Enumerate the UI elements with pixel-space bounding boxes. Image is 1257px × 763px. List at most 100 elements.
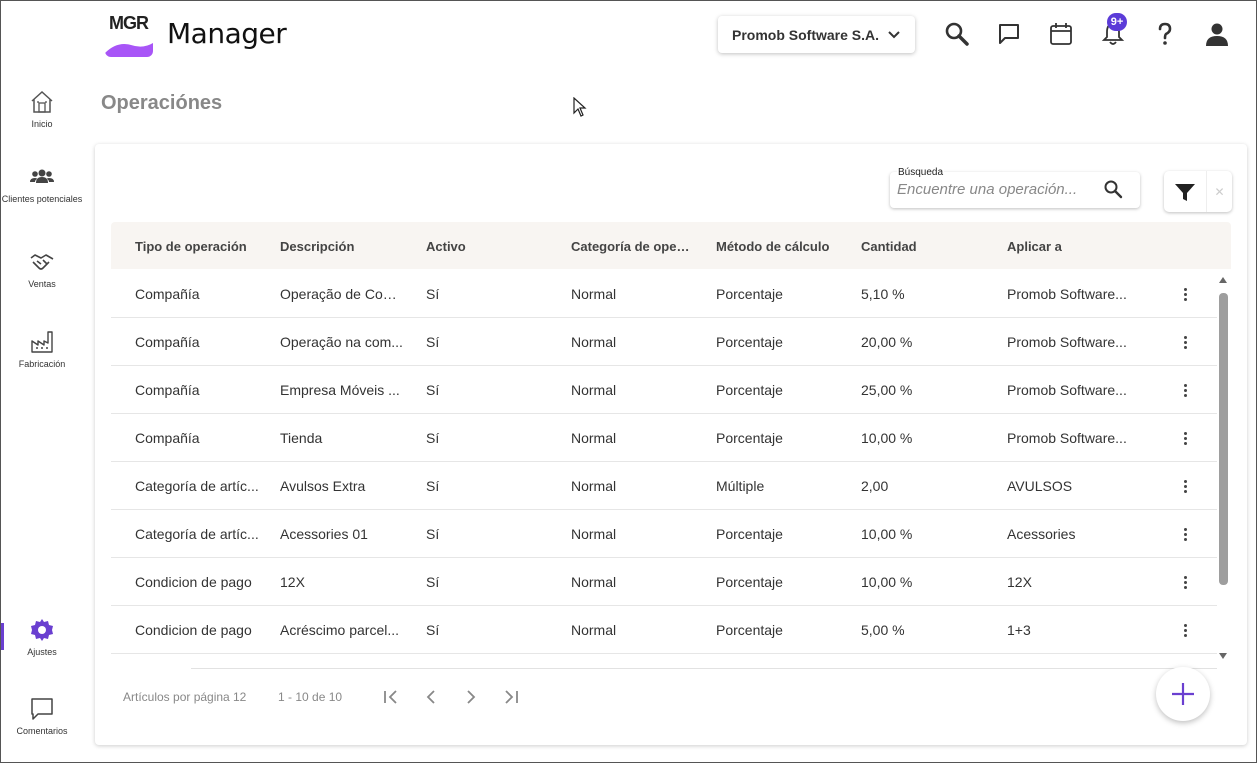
table-cell: Sí [426, 478, 440, 494]
pagination-range: 1 - 10 de 10 [278, 690, 343, 704]
search-header-button[interactable] [942, 19, 972, 49]
table-cell: Sí [426, 430, 440, 446]
row-menu-icon[interactable] [1179, 332, 1191, 352]
close-icon: ✕ [1214, 184, 1225, 199]
sidebar-item-ajustes[interactable]: Ajustes [1, 617, 83, 658]
calendar-button[interactable] [1046, 19, 1076, 49]
chevron-right-icon [467, 690, 476, 704]
table-row[interactable]: Compañía Operação de Com... Sí Normal Porcen… [111, 270, 1217, 318]
table-row[interactable]: Compañía Empresa Móveis ... Sí Normal Porcen… [111, 366, 1217, 414]
chat-icon [999, 24, 1019, 44]
prev-page-button[interactable] [421, 687, 441, 707]
add-operation-button[interactable] [1156, 667, 1210, 721]
chevron-left-icon [426, 690, 435, 704]
table-cell: Porcentaje [716, 574, 783, 590]
row-menu-icon[interactable] [1179, 476, 1191, 496]
gear-icon [31, 619, 53, 641]
table-cell: Compañía [135, 382, 200, 398]
help-button[interactable] [1150, 19, 1180, 49]
sidebar-item-ventas[interactable]: Ventas [1, 249, 83, 290]
app-title: Manager [167, 17, 287, 50]
column-header[interactable]: Activo [426, 239, 556, 254]
home-icon [31, 90, 53, 113]
handshake-icon [30, 254, 54, 270]
sidebar-item-clientes[interactable]: Clientes potenciales [1, 164, 83, 205]
factory-icon [31, 331, 53, 353]
table-cell: 12X [280, 574, 305, 590]
table-cell: 12X [1007, 574, 1032, 590]
table-row[interactable]: Categoría de artíc... Avulsos Extra Sí Norm… [111, 462, 1217, 510]
user-icon [1206, 23, 1228, 46]
table-cell: AVULSOS [1007, 478, 1073, 494]
table-row[interactable]: Condicion de pago 12X Sí Normal Porcentaje 10… [111, 558, 1217, 606]
mouse-cursor-icon [573, 97, 587, 117]
table-cell: Empresa Móveis ... [280, 382, 400, 398]
table-cell: Normal [571, 334, 617, 350]
clear-filter-button[interactable]: ✕ [1206, 171, 1232, 212]
sidebar-item-label: Inicio [31, 119, 53, 129]
table-row[interactable]: Categoría de artíc... Acessories 01 Sí Norm… [111, 510, 1217, 558]
search-input[interactable] [897, 179, 1087, 199]
table-cell: Porcentaje [716, 526, 783, 542]
row-menu-icon[interactable] [1179, 380, 1191, 400]
table-cell: Normal [571, 286, 617, 302]
table-cell: 20,00 % [861, 334, 913, 350]
search-icon [945, 22, 969, 46]
account-button[interactable] [1202, 19, 1232, 49]
filter-group: ✕ [1164, 171, 1232, 212]
table-cell: Compañía [135, 334, 200, 350]
table-cell: Porcentaje [716, 622, 783, 638]
search-label: Búsqueda [897, 167, 945, 178]
column-header[interactable]: Categoría de opera... [571, 239, 691, 254]
table-row[interactable]: Condicion de pago Acréscimo parcel... Sí No… [111, 606, 1217, 654]
table-cell: Sí [426, 382, 440, 398]
table-cell: Compañía [135, 286, 200, 302]
column-header[interactable]: Método de cálculo [716, 239, 846, 254]
filter-button[interactable] [1164, 171, 1206, 212]
sidebar-item-fabricacion[interactable]: Fabricación [1, 329, 83, 370]
table-cell: 2,00 [861, 478, 889, 494]
sidebar-item-inicio[interactable]: Inicio [1, 89, 83, 130]
table-cell: 25,00 % [861, 382, 913, 398]
row-menu-icon[interactable] [1179, 524, 1191, 544]
app-logo[interactable]: MGR [105, 7, 153, 57]
sidebar-item-comentarios[interactable]: Comentarios [1, 696, 83, 737]
column-header[interactable]: Descripción [280, 239, 410, 254]
table-cell: Porcentaje [716, 430, 783, 446]
sidebar-item-label: Fabricación [18, 359, 66, 369]
table-cell: Acréscimo parcel... [280, 622, 400, 638]
table-cell: Promob Software... [1007, 286, 1127, 302]
row-menu-icon[interactable] [1179, 428, 1191, 448]
company-select[interactable]: Promob Software S.A. [718, 16, 915, 53]
question-icon [1158, 22, 1172, 45]
search-icon[interactable] [1103, 179, 1123, 199]
filter-icon [1175, 183, 1195, 201]
table-cell: 10,00 % [861, 574, 913, 590]
first-page-button[interactable] [381, 687, 401, 707]
row-menu-icon[interactable] [1179, 572, 1191, 592]
row-menu-icon[interactable] [1179, 620, 1191, 640]
column-header[interactable]: Cantidad [861, 239, 991, 254]
table-cell: Categoría de artíc... [135, 526, 259, 542]
per-page-label: Artículos por página [123, 690, 230, 704]
messages-button[interactable] [994, 19, 1024, 49]
table-row[interactable]: Compañía Tienda Sí Normal Porcentaje 10,00 % P… [111, 414, 1217, 462]
table-header: Tipo de operación Descripción Activo Cat… [111, 222, 1231, 269]
table-row[interactable]: Compañía Operação na com... Sí Normal Porcen… [111, 318, 1217, 366]
table-cell: Promob Software... [1007, 430, 1127, 446]
table-cell: Condicion de pago [135, 622, 252, 638]
table-cell: Normal [571, 478, 617, 494]
table-cell: Tienda [280, 430, 323, 446]
last-page-button[interactable] [501, 687, 521, 707]
scroll-up-arrow[interactable] [1219, 277, 1227, 283]
next-page-button[interactable] [461, 687, 481, 707]
column-header[interactable]: Tipo de operación [135, 239, 265, 254]
scroll-down-arrow[interactable] [1219, 653, 1227, 659]
table-cell: Sí [426, 526, 440, 542]
plus-icon [1172, 683, 1194, 705]
per-page-select[interactable]: 12 [233, 690, 246, 704]
column-header[interactable]: Aplicar a [1007, 239, 1137, 254]
scrollbar-thumb[interactable] [1219, 293, 1228, 585]
table-cell: Operação na com... [280, 334, 403, 350]
row-menu-icon[interactable] [1179, 284, 1191, 304]
